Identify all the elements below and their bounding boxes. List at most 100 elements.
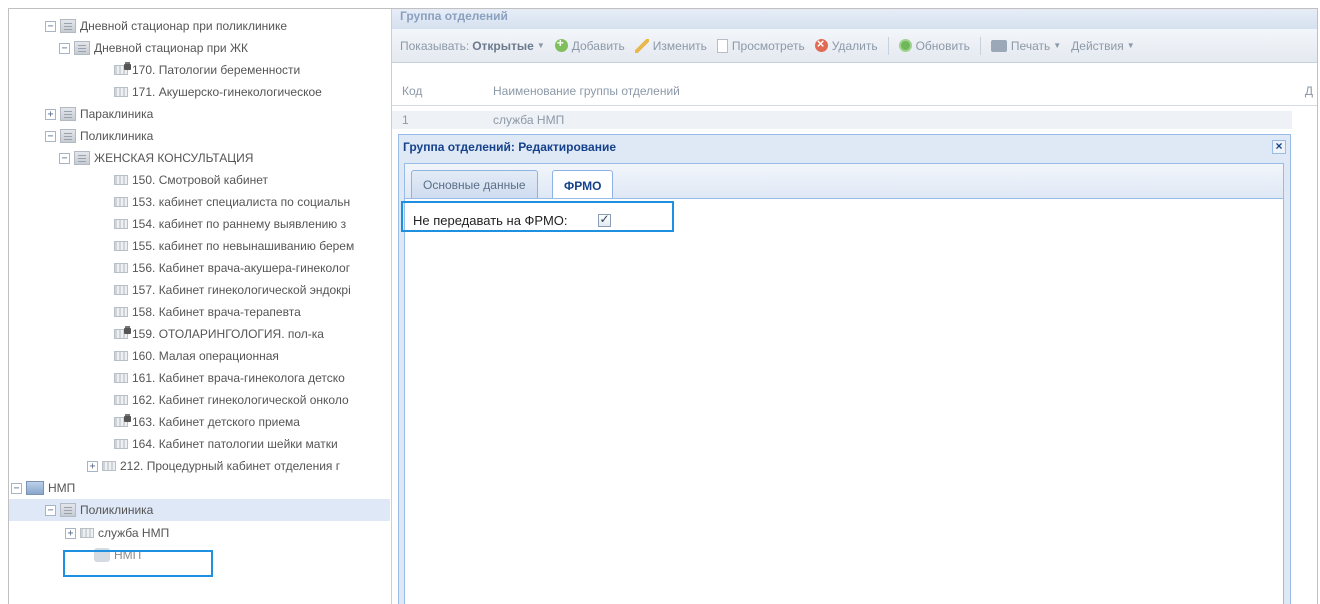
collapse-icon[interactable]: −: [11, 482, 22, 494]
expand-icon[interactable]: +: [87, 460, 98, 472]
chevron-down-icon: ▼: [536, 41, 545, 50]
delete-button[interactable]: Удалить: [814, 36, 878, 53]
toolbar-separator: [979, 36, 981, 55]
delete-button-label: Удалить: [831, 38, 878, 53]
table-row[interactable]: 1 служба НМП: [392, 111, 1292, 129]
tree-item-171[interactable]: 171. Акушерско-гинекологическое: [9, 81, 390, 103]
tree-item-polyclinic[interactable]: − Поликлиника: [9, 125, 390, 147]
tree-item-212[interactable]: +212. Процедурный кабинет отделения г: [9, 455, 390, 477]
tree-item-170[interactable]: 170. Патологии беременности: [9, 59, 390, 81]
tree-item-160[interactable]: 160. Малая операционная: [9, 345, 390, 367]
toolbar: Показывать: Открытые ▼ Добавить Изменить…: [392, 29, 1317, 63]
room-icon: [114, 263, 128, 273]
tree-item-nmp[interactable]: − НМП: [9, 477, 390, 499]
print-button[interactable]: Печать ▼: [990, 38, 1061, 53]
folder-icon: [60, 19, 76, 33]
tree-item-label: 159. ОТОЛАРИНГОЛОГИЯ. пол-ка: [132, 327, 324, 341]
expand-icon[interactable]: +: [45, 108, 56, 120]
tree-item-day-hospital-zhk[interactable]: − Дневной стационар при ЖК: [9, 37, 390, 59]
locked-room-icon: [114, 416, 131, 427]
locked-room-icon: [114, 64, 131, 75]
tree-item-label: Параклиника: [80, 107, 154, 121]
tree-item-label: 162. Кабинет гинекологической онколо: [132, 393, 349, 407]
department-icon: [26, 481, 44, 495]
room-icon: [114, 285, 128, 295]
room-icon: [114, 351, 128, 361]
collapse-icon[interactable]: −: [45, 504, 56, 516]
tree-item-157[interactable]: 157. Кабинет гинекологической эндокрі: [9, 279, 390, 301]
tree-item-polyclinic-nmp[interactable]: − Поликлиника: [9, 499, 390, 521]
tree-item-label: 150. Смотровой кабинет: [132, 173, 268, 187]
tree-item-label: 171. Акушерско-гинекологическое: [132, 85, 322, 99]
print-button-label: Печать: [1010, 38, 1051, 53]
tree-item-161[interactable]: 161. Кабинет врача-гинеколога детско: [9, 367, 390, 389]
tree-item-164[interactable]: 164. Кабинет патологии шейки матки: [9, 433, 390, 455]
tree-item-156[interactable]: 156. Кабинет врача-акушера-гинеколог: [9, 257, 390, 279]
tree-item-label: 155. кабинет по невынашиванию берем: [132, 239, 355, 253]
tree-item-label: 163. Кабинет детского приема: [132, 415, 300, 429]
chevron-down-icon: ▼: [1126, 41, 1135, 50]
refresh-button-label: Обновить: [915, 38, 970, 53]
tree-item-label: 153. кабинет специалиста по социальн: [132, 195, 351, 209]
tree-item-162[interactable]: 162. Кабинет гинекологической онколо: [9, 389, 390, 411]
tab-frmo[interactable]: ФРМО: [552, 170, 614, 200]
edit-button[interactable]: Изменить: [634, 38, 707, 53]
add-button[interactable]: Добавить: [554, 36, 625, 53]
expand-icon[interactable]: +: [65, 527, 76, 539]
tree-item-label: 161. Кабинет врача-гинеколога детско: [132, 371, 345, 385]
tree-item-163[interactable]: 163. Кабинет детского приема: [9, 411, 390, 433]
room-icon: [114, 197, 128, 207]
tree-item-sluzhba-nmp[interactable]: + служба НМП: [9, 522, 390, 544]
actions-button-label: Действия: [1071, 38, 1124, 53]
row-code: 1: [402, 113, 409, 127]
tree-item-label: Поликлиника: [80, 503, 154, 517]
room-icon: [114, 373, 128, 383]
tree-item-zhenskaya-konsultaciya[interactable]: − ЖЕНСКАЯ КОНСУЛЬТАЦИЯ: [9, 147, 390, 169]
tree-item-155[interactable]: 155. кабинет по невынашиванию берем: [9, 235, 390, 257]
pencil-icon: [634, 38, 649, 53]
actions-button[interactable]: Действия ▼: [1071, 39, 1135, 53]
dialog-tabstrip: Основные данные ФРМО: [404, 163, 1284, 200]
tree-item-label: Поликлиника: [80, 129, 154, 143]
tree-item-label: ЖЕНСКАЯ КОНСУЛЬТАЦИЯ: [94, 151, 254, 165]
tree-item-154[interactable]: 154. кабинет по раннему выявлению з: [9, 213, 390, 235]
tree-item-label: НМП: [48, 481, 76, 495]
column-header-name[interactable]: Наименование группы отделений: [493, 84, 1283, 98]
collapse-icon[interactable]: −: [59, 42, 70, 54]
view-button-label: Просмотреть: [731, 38, 805, 53]
show-filter-dropdown[interactable]: Показывать: Открытые ▼: [400, 39, 545, 53]
dialog-body: Не передавать на ФРМО:: [404, 198, 1284, 604]
tree-item-150[interactable]: 150. Смотровой кабинет: [9, 169, 390, 191]
room-icon: [114, 439, 128, 449]
show-filter-value: Открытые: [472, 38, 534, 53]
view-button[interactable]: Просмотреть: [716, 38, 805, 53]
tree-item-paraclinic[interactable]: + Параклиника: [9, 103, 390, 125]
tree-item-label: Дневной стационар при ЖК: [94, 41, 249, 55]
tree-item-158[interactable]: 158. Кабинет врача-терапевта: [9, 301, 390, 323]
room-icon: [114, 87, 128, 97]
column-header-extra[interactable]: Д: [1283, 84, 1313, 98]
tree-item-153[interactable]: 153. кабинет специалиста по социальн: [9, 191, 390, 213]
tree-item-label: 158. Кабинет врача-терапевта: [132, 305, 301, 319]
collapse-icon[interactable]: −: [45, 130, 56, 142]
room-icon: [114, 219, 128, 229]
column-header-code[interactable]: Код: [392, 84, 493, 98]
tree-item-label: 164. Кабинет патологии шейки матки: [132, 437, 338, 451]
tab-main-data[interactable]: Основные данные: [411, 170, 538, 199]
refresh-button[interactable]: Обновить: [898, 38, 970, 53]
show-filter-label: Показывать:: [400, 38, 470, 53]
room-icon: [114, 395, 128, 405]
folder-icon: [60, 129, 76, 143]
tree-item-label: 157. Кабинет гинекологической эндокрі: [132, 283, 351, 297]
close-icon[interactable]: ×: [1272, 140, 1286, 154]
room-icon: [114, 241, 128, 251]
tree-item-159[interactable]: 159. ОТОЛАРИНГОЛОГИЯ. пол-ка: [9, 323, 390, 345]
tree-item-label: 156. Кабинет врача-акушера-гинеколог: [132, 261, 351, 275]
collapse-icon[interactable]: −: [59, 152, 70, 164]
room-icon: [114, 175, 128, 185]
collapse-icon[interactable]: −: [45, 20, 56, 32]
printer-icon: [990, 39, 1007, 52]
dialog-header[interactable]: Группа отделений: Редактирование: [399, 135, 1290, 159]
folder-icon: [60, 107, 76, 121]
tree-item-day-hospital[interactable]: − Дневной стационар при поликлинике: [9, 15, 390, 37]
